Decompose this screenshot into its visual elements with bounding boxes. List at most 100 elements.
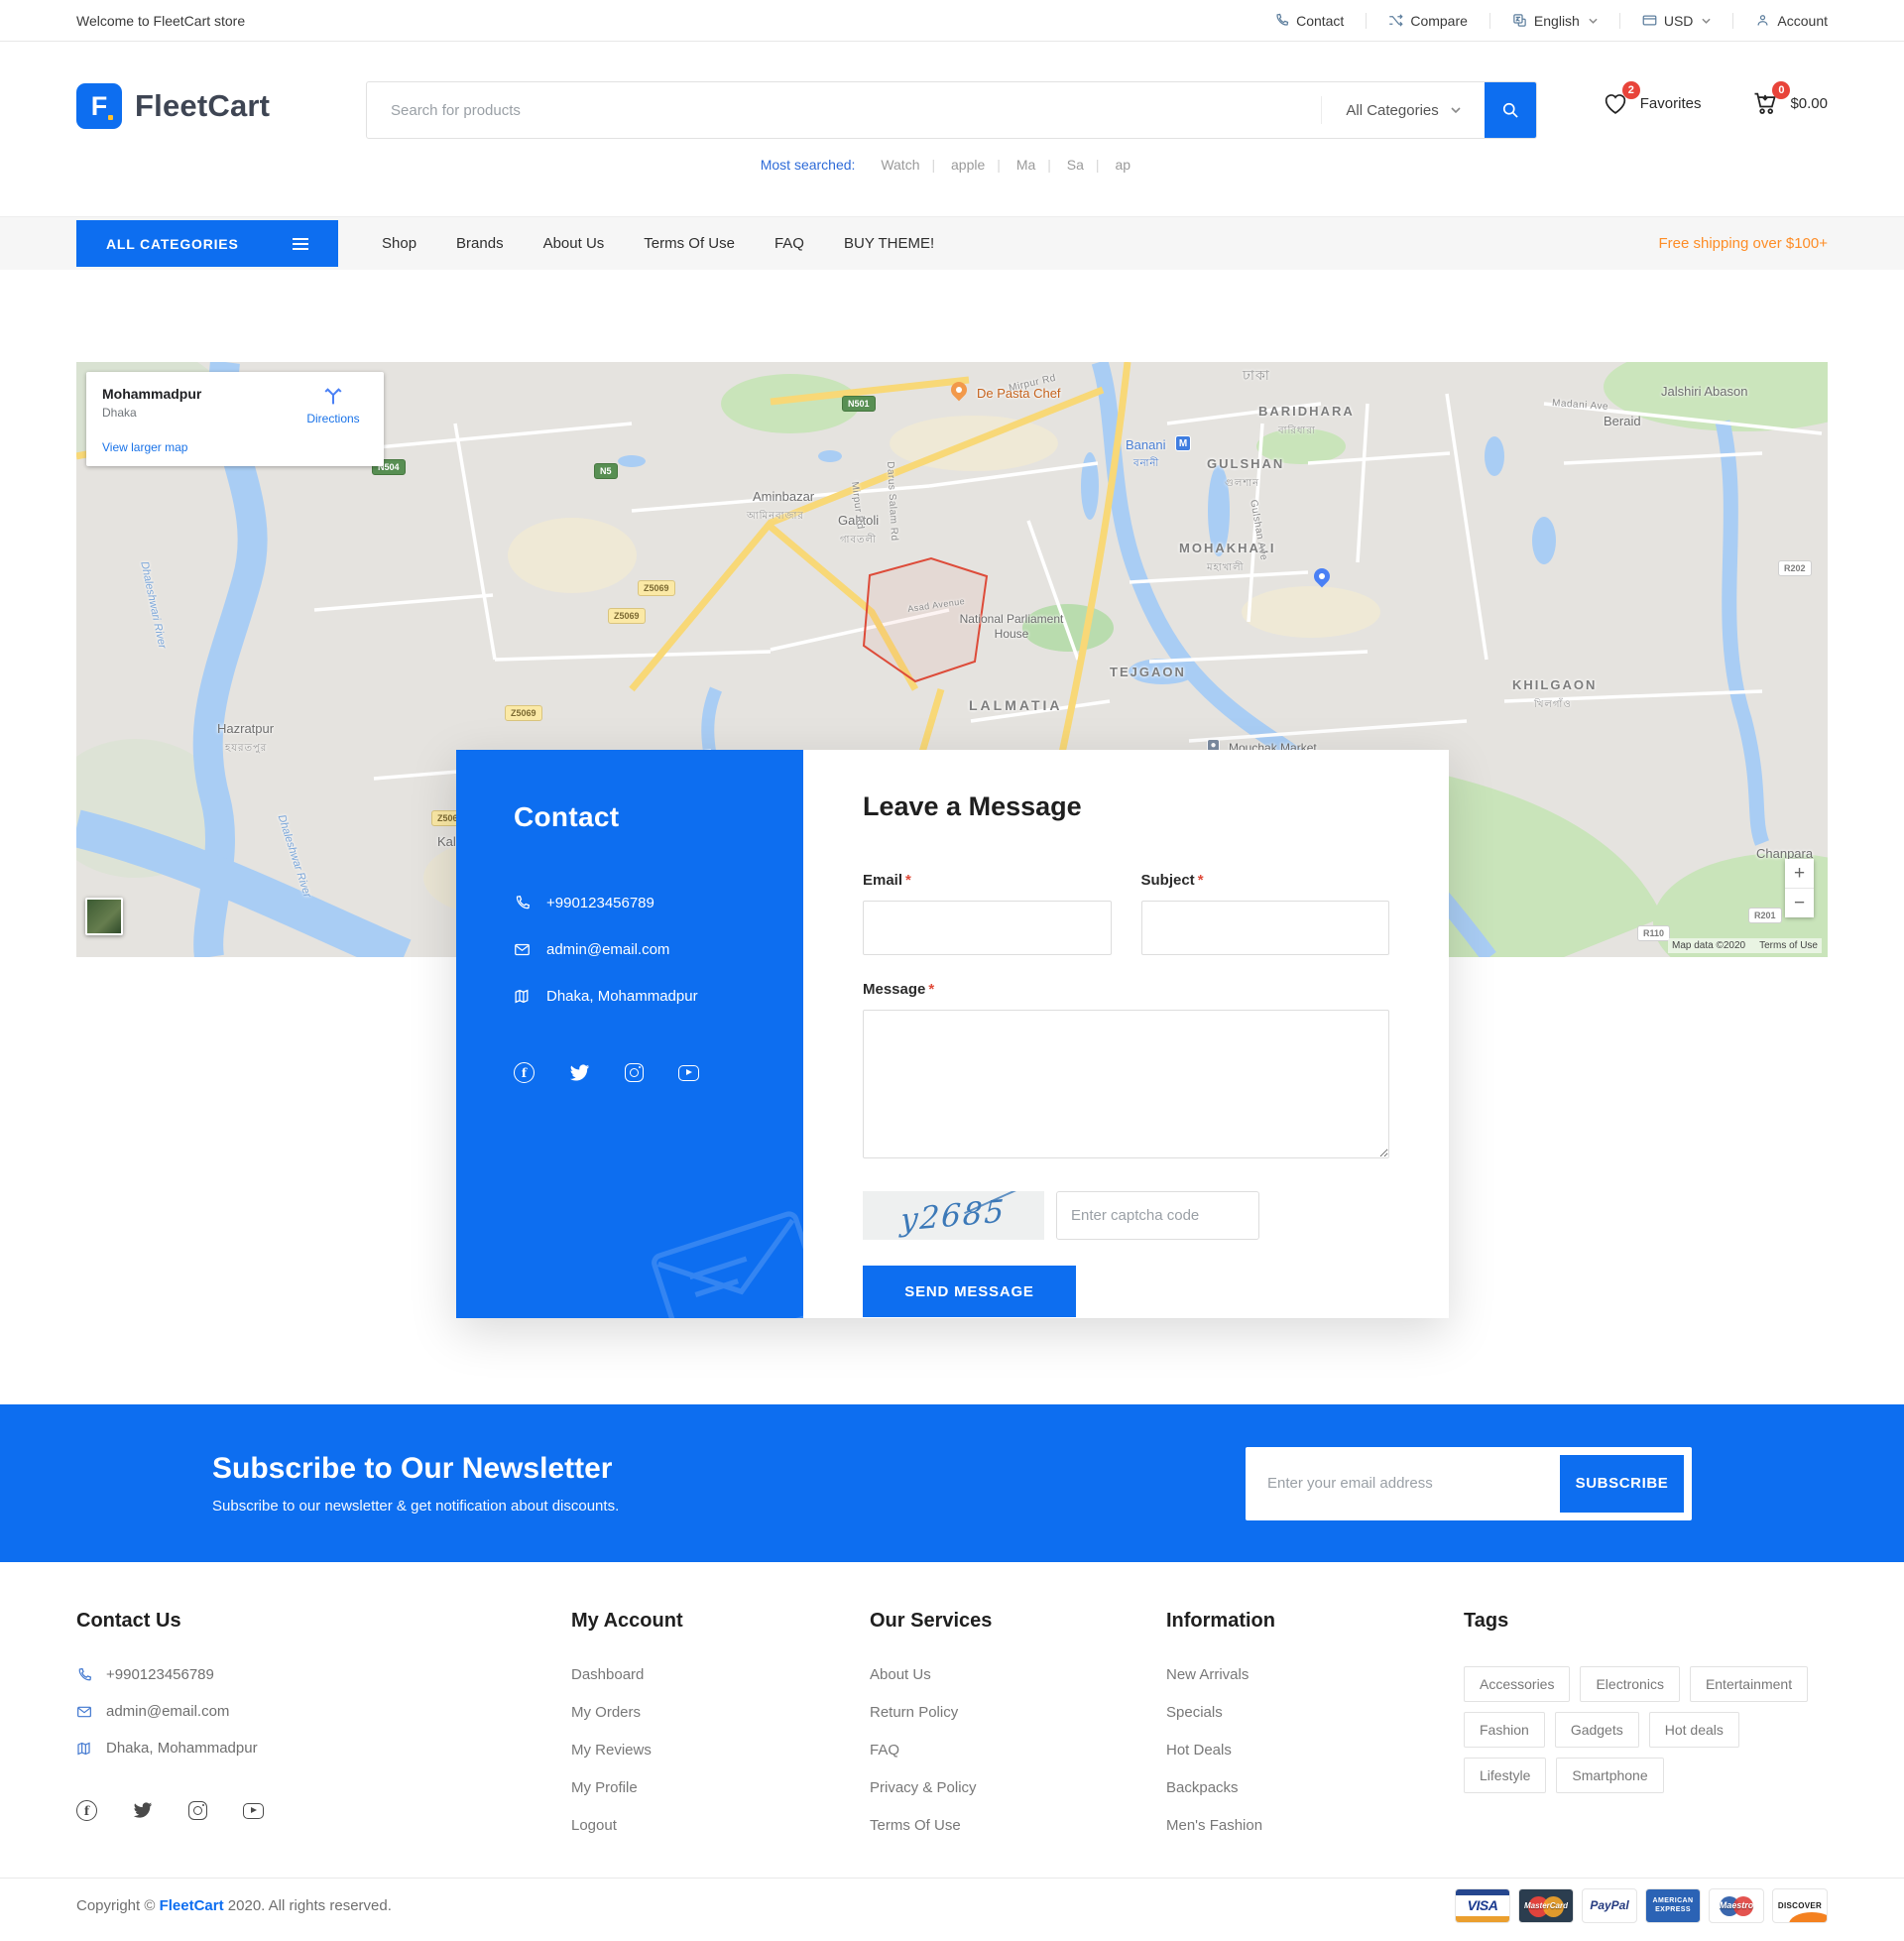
search-button[interactable] — [1485, 81, 1536, 139]
view-larger-map-link[interactable]: View larger map — [102, 440, 187, 454]
map-label: Hazratpur — [217, 721, 274, 736]
youtube-icon[interactable] — [243, 1803, 264, 1819]
footer-link-specials[interactable]: Specials — [1166, 1704, 1223, 1721]
nav-item-about[interactable]: About Us — [543, 235, 605, 252]
subject-field[interactable] — [1141, 901, 1390, 955]
road-badge: R201 — [1748, 908, 1782, 923]
most-searched-term[interactable]: Sa — [1067, 157, 1084, 173]
zoom-in-button[interactable]: + — [1785, 859, 1814, 888]
map-data-credit: Map data ©2020 — [1672, 940, 1745, 951]
footer-link-new-arrivals[interactable]: New Arrivals — [1166, 1666, 1249, 1683]
topbar-currency-select[interactable]: USD — [1620, 13, 1733, 29]
favorites-button[interactable]: 2 Favorites — [1601, 89, 1702, 117]
zoom-out-button[interactable]: − — [1785, 889, 1814, 917]
tag-accessories[interactable]: Accessories — [1464, 1666, 1570, 1702]
most-searched-term[interactable]: ap — [1115, 157, 1130, 173]
map-label: ঢাকা — [1243, 364, 1270, 388]
logo[interactable]: F FleetCart — [76, 83, 366, 129]
header: F FleetCart All Categories Most searched… — [0, 42, 1904, 216]
instagram-icon[interactable] — [188, 1801, 207, 1820]
search-input[interactable] — [367, 102, 1321, 119]
directions-label: Directions — [306, 412, 359, 425]
map-label: গাবতলী — [840, 533, 877, 549]
footer-link-faq[interactable]: FAQ — [870, 1742, 899, 1759]
map-place-title: Mohammadpur — [102, 386, 201, 402]
tag-electronics[interactable]: Electronics — [1580, 1666, 1679, 1702]
all-categories-button[interactable]: ALL CATEGORIES — [76, 220, 338, 267]
topbar-contact-link[interactable]: Contact — [1252, 13, 1366, 29]
facebook-icon[interactable]: f — [76, 1800, 97, 1821]
tag-smartphone[interactable]: Smartphone — [1556, 1758, 1663, 1793]
footer-link-mens-fashion[interactable]: Men's Fashion — [1166, 1817, 1262, 1834]
topbar-compare-link[interactable]: Compare — [1367, 13, 1489, 29]
mastercard-icon: MasterCard — [1518, 1888, 1574, 1923]
contact-email[interactable]: admin@email.com — [546, 941, 669, 958]
footer-column-title: Our Services — [870, 1610, 1166, 1633]
footer-link-dashboard[interactable]: Dashboard — [571, 1666, 644, 1683]
twitter-icon[interactable] — [133, 1802, 153, 1819]
map-terms-link[interactable]: Terms of Use — [1759, 940, 1818, 951]
contact-phone[interactable]: +990123456789 — [546, 895, 654, 911]
nav-item-brands[interactable]: Brands — [456, 235, 504, 252]
tag-gadgets[interactable]: Gadgets — [1555, 1712, 1639, 1748]
footer-link-logout[interactable]: Logout — [571, 1817, 617, 1834]
phone-icon — [514, 895, 531, 911]
cart-button[interactable]: 0 $0.00 — [1750, 89, 1828, 117]
map-label: Aminbazar — [753, 489, 814, 504]
footer-account-column: My Account Dashboard My Orders My Review… — [571, 1610, 870, 1834]
tag-fashion[interactable]: Fashion — [1464, 1712, 1545, 1748]
footer-link-terms-of-use[interactable]: Terms Of Use — [870, 1817, 961, 1834]
restaurant-pin-icon — [951, 382, 971, 402]
footer-tags-column: Tags Accessories Electronics Entertainme… — [1464, 1610, 1828, 1834]
mail-icon — [76, 1704, 92, 1720]
newsletter-section: Subscribe to Our Newsletter Subscribe to… — [0, 1404, 1904, 1562]
chevron-down-icon — [1702, 18, 1711, 24]
tag-entertainment[interactable]: Entertainment — [1690, 1666, 1808, 1702]
visa-icon: VISA — [1455, 1888, 1510, 1923]
footer-link-backpacks[interactable]: Backpacks — [1166, 1779, 1239, 1796]
footer-link-my-reviews[interactable]: My Reviews — [571, 1742, 652, 1759]
topbar-language-select[interactable]: English — [1490, 13, 1619, 29]
road-badge: R110 — [1637, 925, 1670, 941]
footer-link-about-us[interactable]: About Us — [870, 1666, 931, 1683]
message-field[interactable] — [863, 1010, 1389, 1158]
youtube-icon[interactable] — [678, 1065, 699, 1081]
category-select[interactable]: All Categories — [1321, 96, 1484, 124]
most-searched-term[interactable]: Ma — [1016, 157, 1035, 173]
nav-item-faq[interactable]: FAQ — [774, 235, 804, 252]
footer-link-privacy-policy[interactable]: Privacy & Policy — [870, 1779, 977, 1796]
email-field[interactable] — [863, 901, 1112, 955]
tag-hot-deals[interactable]: Hot deals — [1649, 1712, 1739, 1748]
tag-lifestyle[interactable]: Lifestyle — [1464, 1758, 1546, 1793]
topbar-link-label: Account — [1777, 13, 1828, 29]
footer-email[interactable]: admin@email.com — [106, 1703, 229, 1720]
send-message-button[interactable]: SEND MESSAGE — [863, 1266, 1076, 1317]
footer-information-column: Information New Arrivals Specials Hot De… — [1166, 1610, 1464, 1834]
newsletter-email-input[interactable] — [1253, 1475, 1560, 1492]
facebook-icon[interactable]: f — [514, 1062, 535, 1083]
message-form-card: Leave a Message Email* Subject* Message* — [803, 750, 1449, 1318]
footer-phone[interactable]: +990123456789 — [106, 1666, 214, 1683]
captcha-input[interactable] — [1056, 1191, 1259, 1240]
instagram-icon[interactable] — [625, 1063, 644, 1082]
footer-link-my-profile[interactable]: My Profile — [571, 1779, 638, 1796]
search-icon — [1500, 100, 1520, 120]
most-searched-term[interactable]: apple — [951, 157, 985, 173]
most-searched-term[interactable]: Watch — [881, 157, 919, 173]
directions-button[interactable]: Directions — [298, 386, 368, 452]
subscribe-button[interactable]: SUBSCRIBE — [1560, 1455, 1684, 1513]
footer-column-title: Contact Us — [76, 1610, 571, 1633]
twitter-icon[interactable] — [569, 1064, 590, 1082]
footer-link-hot-deals[interactable]: Hot Deals — [1166, 1742, 1232, 1759]
nav-item-shop[interactable]: Shop — [382, 235, 416, 252]
nav-item-buy-theme[interactable]: BUY THEME! — [844, 235, 934, 252]
satellite-thumbnail[interactable] — [85, 898, 123, 935]
copyright-brand: FleetCart — [160, 1897, 224, 1914]
brand-name: FleetCart — [135, 88, 270, 124]
map-label: হযরতপুর — [225, 741, 267, 758]
nav-item-terms[interactable]: Terms Of Use — [644, 235, 735, 252]
footer-link-return-policy[interactable]: Return Policy — [870, 1704, 958, 1721]
footer-link-my-orders[interactable]: My Orders — [571, 1704, 641, 1721]
category-select-value: All Categories — [1346, 102, 1438, 119]
topbar-account-link[interactable]: Account — [1733, 13, 1828, 29]
